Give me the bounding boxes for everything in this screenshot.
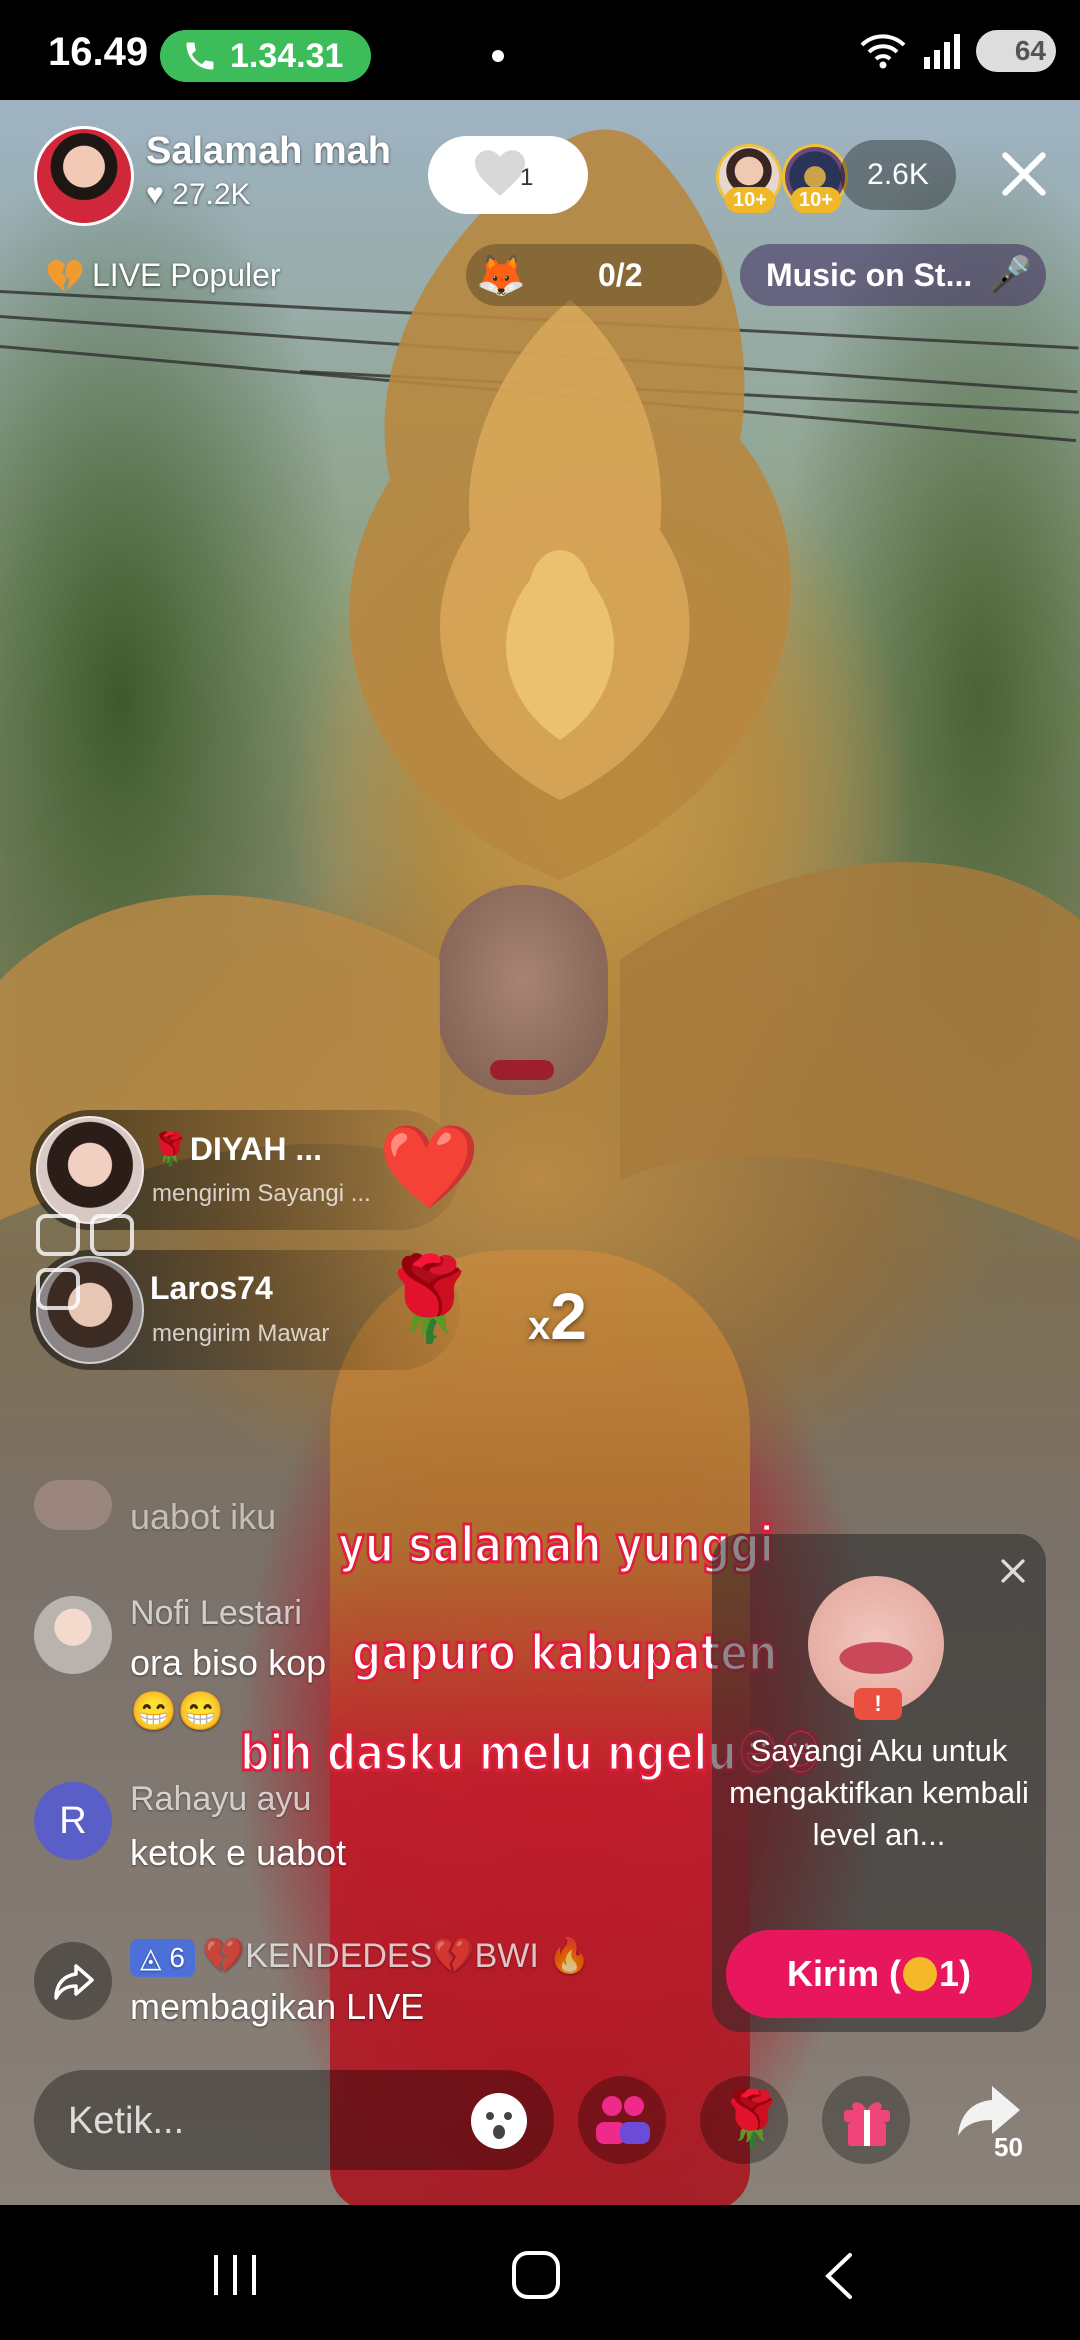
chat-username[interactable]: Rahayu ayu [130,1780,311,1819]
viewer-count[interactable]: 2.6K [840,140,956,210]
people-icon [596,2096,650,2144]
host-like-total: ♥ 27.2K [146,178,251,211]
chat-item[interactable]: ◬ 6 💔KENDEDES💔BWI 🔥 membagikan LIVE [34,1934,694,2034]
like-button-count: 1 [520,164,534,191]
rose-gift-icon: 🌹 [378,1254,481,1345]
chat-message: ketok e uabot [130,1832,347,1873]
home-icon[interactable] [510,2249,562,2301]
caption-line: yu salamah yunggi [337,1515,775,1576]
notification-dot [492,50,504,62]
microphone-icon: 🎤 [987,254,1032,295]
status-time: 16.49 [48,30,149,74]
music-label: Music on St... [766,257,973,293]
share-event-icon [34,1942,112,2020]
goal-progress: 0/2 [598,257,643,293]
gift-action: mengirim Mawar [152,1320,330,1347]
promo-description: Sayangi Aku untuk mengaktifkan kembali l… [729,1733,1029,1852]
chat-message: ora biso kop [130,1642,327,1683]
phone-icon [186,42,214,70]
follow-like-button[interactable]: 1 [428,136,588,214]
rose-icon: 🌹 [150,1131,190,1167]
music-pill[interactable]: Music on St... 🎤 [740,244,1046,306]
gift-sender-name: DIYAH ... [189,1131,323,1167]
gift-multiplier: x2 [528,1279,587,1353]
call-duration: 1.34.31 [230,37,344,75]
send-gift-button[interactable]: Kirim (1) [726,1930,1032,2018]
user-level-badge: ◬ 6 [130,1939,195,1977]
gift-promo-card: ! Sayangi Aku untuk mengaktifkan kembali… [712,1534,1046,2032]
top-viewer-avatar[interactable]: 10+ [782,144,848,213]
battery-level: 64 [1014,35,1046,66]
host-avatar[interactable] [34,126,134,226]
chat-avatar[interactable]: R [34,1782,112,1860]
comment-placeholder: Ketik... [68,2100,185,2142]
host-name: Salamah mah [146,130,391,172]
rose-gift-button[interactable]: 🌹 [700,2076,788,2164]
live-goal-pill[interactable]: 🦊 0/2 [466,244,722,306]
top-viewer-avatar[interactable]: 10+ [716,144,782,213]
viewer-rank-badge: 10+ [791,187,841,213]
system-navigation-bar [0,2205,1080,2340]
share-arrow-icon [54,1964,94,2000]
chat-username[interactable]: Nofi Lestari [130,1594,302,1633]
chat-message: membagikan LIVE [130,1986,425,2027]
alert-badge: ! [854,1688,902,1720]
broken-heart-icon [47,260,83,292]
chat-avatar [34,1480,112,1530]
heart-gift-icon: ❤️ [378,1122,481,1213]
coin-icon [902,1957,937,1991]
close-icon[interactable] [996,146,1052,202]
ongoing-call-chip[interactable]: 1.34.31 [160,30,372,82]
gift-action: mengirim Sayangi ... [152,1180,371,1207]
multi-guest-button[interactable] [578,2076,666,2164]
chat-emoji: 😁😁 [130,1691,225,1733]
viewer-rank-badge: 10+ [725,187,775,213]
chat-avatar[interactable] [34,1596,112,1674]
close-icon[interactable] [996,1554,1030,1588]
status-bar: 16.49 1.34.31 64 [0,0,1080,100]
popular-live-badge[interactable]: LIVE Populer [36,244,416,306]
recent-apps-icon[interactable] [210,2253,260,2297]
popular-live-label: LIVE Populer [92,257,281,293]
fox-gift-icon: 🦊 [476,254,526,298]
share-icon [958,2086,1020,2136]
share-count: 50 [994,2132,1023,2162]
battery-indicator: 64 [976,30,1056,72]
back-icon[interactable] [820,2251,856,2301]
level-icon: ◬ [140,1942,170,1973]
signal-icon [924,34,960,69]
gift-button[interactable] [822,2076,910,2164]
multi-guest-grid-icon[interactable] [34,1212,140,1316]
gift-sender-name: Laros74 [150,1270,273,1306]
chat-message: uabot iku [130,1496,277,1537]
emoji-icon[interactable] [468,2090,530,2152]
gift-sender-avatar[interactable] [36,1116,144,1224]
chat-username: 💔KENDEDES💔BWI 🔥 [202,1937,591,1975]
rose-icon: 🌹 [718,2089,786,2149]
chat-item[interactable]: R Rahayu ayu ketok e uabot [34,1780,694,1880]
heart-icon: ♥ [146,178,173,211]
wifi-icon [860,34,906,69]
gift-box-icon [844,2102,890,2146]
comment-input[interactable]: Ketik... [34,2070,554,2170]
